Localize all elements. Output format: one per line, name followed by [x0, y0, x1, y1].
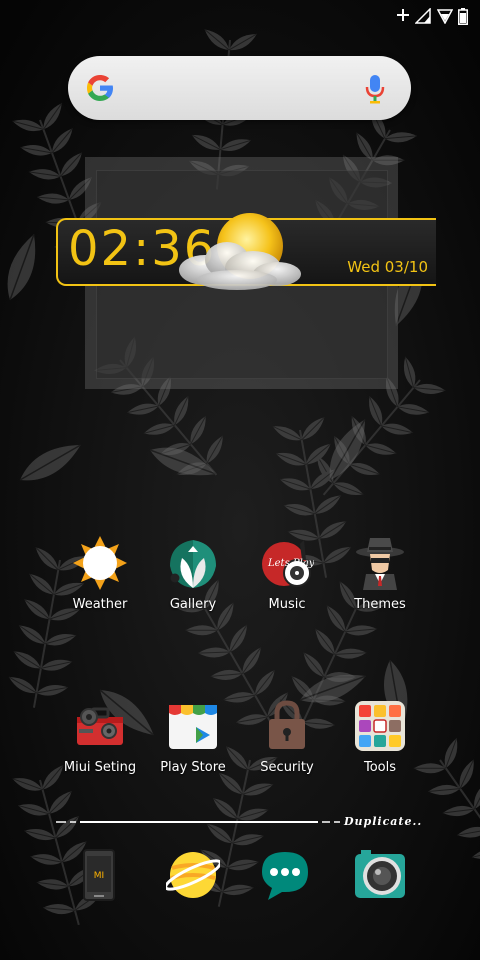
themes-icon: [353, 536, 407, 590]
dock-app-phone[interactable]: MI: [72, 848, 126, 902]
music-icon: Lets Play: [260, 536, 315, 590]
app-label: Music: [268, 597, 306, 612]
dock-app-camera[interactable]: [353, 848, 407, 902]
app-miui-setting[interactable]: Miui Seting: [52, 699, 148, 775]
dock-app-browser[interactable]: [164, 848, 222, 902]
app-label: Miui Seting: [63, 760, 137, 775]
weather-icon: [73, 536, 127, 590]
tools-folder-icon: [353, 699, 407, 753]
app-gallery[interactable]: Gallery: [145, 536, 241, 612]
svg-text:MI: MI: [94, 871, 104, 881]
app-themes[interactable]: Themes: [332, 536, 428, 612]
add-icon: [397, 9, 409, 21]
app-weather[interactable]: Weather: [52, 536, 148, 612]
app-music[interactable]: Lets Play Music: [239, 536, 335, 612]
app-label: Themes: [354, 597, 406, 612]
google-search-bar[interactable]: [68, 56, 411, 120]
gallery-icon: [166, 536, 220, 590]
signal-icon: [415, 8, 431, 24]
battery-icon: [458, 8, 468, 25]
app-label: Gallery: [169, 597, 217, 612]
clock-date: Wed 03/10: [347, 258, 428, 276]
messages-icon: [262, 852, 308, 900]
play-store-icon: [166, 699, 220, 753]
app-security[interactable]: Security: [239, 699, 335, 775]
svg-text:Lets Play: Lets Play: [267, 558, 314, 569]
app-label: Weather: [72, 597, 128, 612]
dock-app-messages[interactable]: [258, 848, 312, 902]
toolbox-icon: [73, 699, 127, 753]
app-label: Tools: [363, 760, 397, 775]
camera-icon: [355, 850, 405, 898]
app-play-store[interactable]: Play Store: [145, 699, 241, 775]
google-logo-icon: [87, 75, 113, 101]
app-label: Security: [260, 760, 314, 775]
status-bar: [0, 0, 480, 34]
app-label: Play Store: [160, 760, 226, 775]
mic-icon[interactable]: [365, 74, 385, 104]
wifi-icon: [437, 9, 453, 24]
phone-icon: MI: [83, 849, 115, 901]
dock-divider: Duplicate..: [56, 815, 432, 830]
browser-icon: [164, 852, 222, 898]
dock-divider-text: Duplicate..: [344, 815, 423, 828]
partly-cloudy-icon: [179, 213, 301, 290]
lock-icon: [260, 699, 314, 753]
app-tools[interactable]: Tools: [332, 699, 428, 775]
